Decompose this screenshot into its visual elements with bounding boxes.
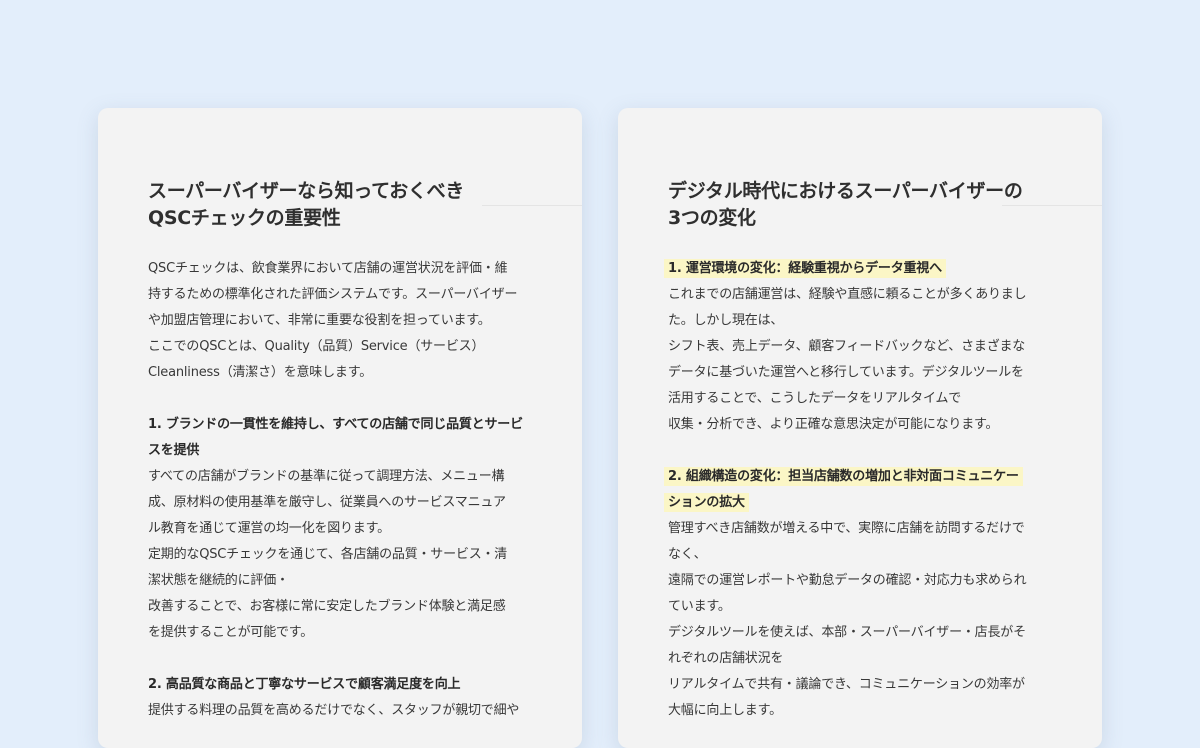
- digital-era-article-title: デジタル時代におけるスーパーバイザーの 3つの変化: [668, 180, 1023, 229]
- digital-era-article-card: デジタル時代におけるスーパーバイザーの 3つの変化 1. 運営環境の変化：経験重…: [618, 108, 1102, 748]
- qsc-section-1-body: すべての店舗がブランドの基準に従って調理方法、メニュー構 成、原材料の使用基準を…: [148, 469, 508, 640]
- qsc-article-content: スーパーバイザーなら知っておくべき QSCチェックの重要性 QSCチェックは、飲…: [148, 178, 540, 724]
- change-1-heading-highlight: 1. 運営環境の変化：経験重視からデータ重視へ: [664, 259, 946, 278]
- change-1-heading: 1. 運営環境の変化：経験重視からデータ重視へ: [664, 256, 1064, 282]
- qsc-article-card: スーパーバイザーなら知っておくべき QSCチェックの重要性 QSCチェックは、飲…: [98, 108, 582, 748]
- qsc-section-1-heading: 1. ブランドの一貫性を維持し、すべての店舗で同じ品質とサービ スを提供: [148, 417, 523, 458]
- change-1-body: これまでの店舗運営は、経験や直感に頼ることが多くありまし た。しかし現在は、 シ…: [668, 287, 1027, 432]
- qsc-section-2-heading: 2. 高品質な商品と丁寧なサービスで顧客満足度を向上: [148, 677, 461, 692]
- qsc-section-2-body: 提供する料理の品質を高めるだけでなく、スタッフが親切で細や: [148, 703, 520, 718]
- change-2-heading: 2. 組織構造の変化：担当店舗数の増加と非対面コミュニケー ションの拡大: [664, 464, 1064, 516]
- change-2-heading-highlight: 2. 組織構造の変化：担当店舗数の増加と非対面コミュニケー ションの拡大: [664, 467, 1023, 512]
- qsc-intro-paragraph: QSCチェックは、飲食業界において店舗の運営状況を評価・維 持するための標準化さ…: [148, 261, 518, 380]
- digital-era-article-content: デジタル時代におけるスーパーバイザーの 3つの変化 1. 運営環境の変化：経験重…: [664, 178, 1064, 724]
- change-2-body: 管理すべき店舗数が増える中で、実際に店舗を訪問するだけで なく、 遠隔での運営レ…: [668, 521, 1027, 718]
- qsc-article-title: スーパーバイザーなら知っておくべき QSCチェックの重要性: [148, 180, 465, 229]
